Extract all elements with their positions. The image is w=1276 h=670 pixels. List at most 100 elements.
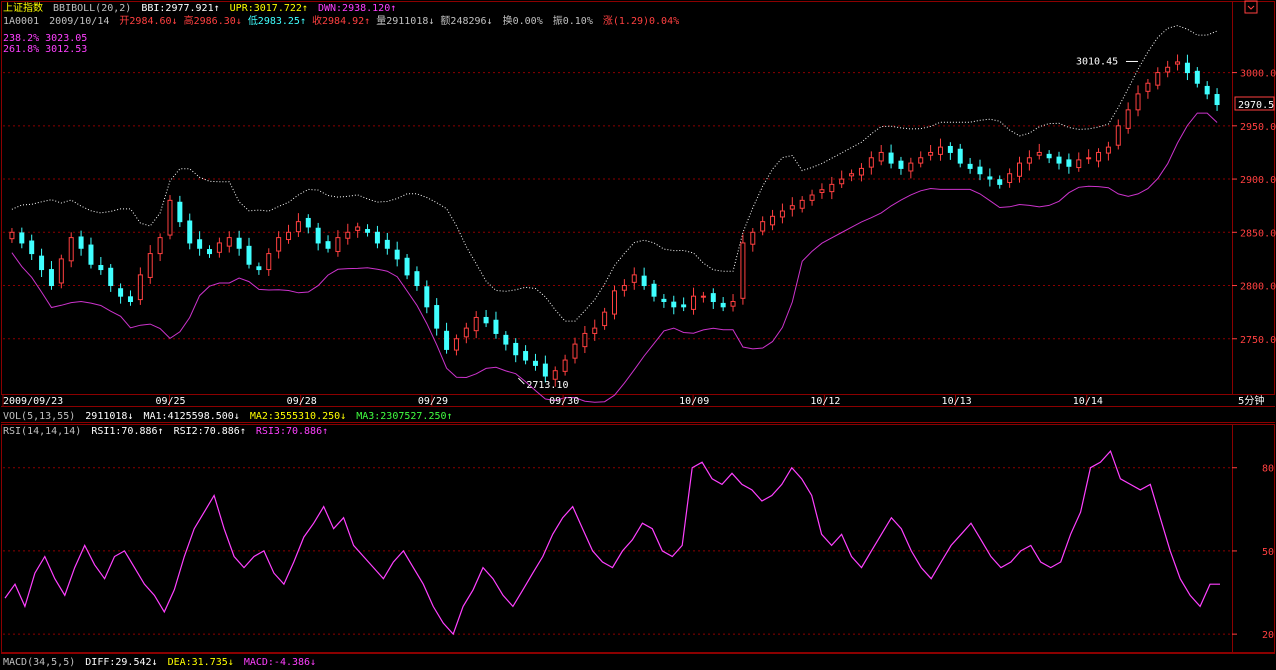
turnover-value: 换0.00% [503,14,543,27]
candle-body [1214,94,1220,106]
candle-body [1194,70,1200,84]
candle-body [78,236,84,249]
candle-body [1175,61,1181,65]
price-tick-label: 2800.0 [1240,282,1276,293]
price-annotation-label: 2713.10 [526,380,568,391]
low-price: 低2983.25↑ [248,14,306,27]
candle-body [365,229,371,233]
candle-body [868,157,874,168]
candle-body [305,217,311,228]
candle-body [602,311,608,327]
candle-body [829,183,835,193]
candle-body [849,173,855,177]
candlesticks [9,54,1220,387]
candle-body [681,304,687,308]
candle-body [394,249,400,260]
candle-body [39,255,45,271]
price-annotations: 3010.45 2713.10 [517,56,1138,391]
candle-body [1165,66,1171,73]
candle-body [572,343,578,359]
candle-body [483,316,489,324]
candle-body [651,283,657,297]
candle-body [48,269,54,287]
rsi-tick-label: 50 [1262,547,1274,558]
diff-value: DIFF:29.542↓ [85,657,157,668]
candle-body [493,319,499,334]
price-tick-label: 3000.0 [1240,69,1276,80]
candle-body [503,334,509,345]
amplitude-value: 振0.10% [553,14,593,27]
candle-body [295,221,301,233]
candle-body [463,327,469,338]
candle-body [118,288,124,297]
candle-body [631,274,637,283]
candle-body [918,157,924,164]
price-tick-label: 2850.0 [1240,228,1276,239]
candle-body [127,296,133,303]
candle-body [58,258,64,284]
candle-body [266,253,272,271]
stock-chart: 2750.0 2800.0 2850.0 2900.0 2950.0 3000.0 2970… [1,1,1276,668]
vol-ma1: MA1:4125598.500↓ [143,411,239,422]
candle-body [720,302,726,308]
date-tick-label: 10/12 [810,396,840,407]
candle-body [1204,85,1210,95]
candle-body [384,239,390,249]
candle-body [1096,151,1102,162]
candle-body [760,221,766,232]
candle-body [878,151,884,162]
candle-body [453,338,459,351]
candle-body [108,267,114,287]
candle-body [671,301,677,308]
date-tick-label: 10/09 [679,396,709,407]
header-row-1: 上证指数 BBIBOLL(20,2) BBI:2977.921↑ UPR:301… [3,1,396,14]
date-tick-label: 09/28 [287,396,317,407]
fib-level-1: 238.2% 3023.05 [3,33,87,44]
window-control-icon[interactable] [1244,0,1258,14]
rsi-tick-label: 20 [1262,630,1274,641]
candle-body [276,237,282,252]
candle-body [335,237,341,252]
candle-body [898,160,904,169]
candle-body [1115,125,1121,146]
header-row-2: 1A0001 2009/10/14 开2984.60↓ 高2986.30↓ 低2… [3,14,679,27]
price-annotation-leader [517,377,525,385]
bbi-value: BBI:2977.921↑ [141,3,219,14]
price-annotation-label: 3010.45 [1076,56,1118,67]
candle-body [355,226,361,231]
candle-body [1184,62,1190,74]
candle-body [325,241,331,249]
price-tick-label: 2950.0 [1240,122,1276,133]
candle-body [799,199,805,209]
candle-body [957,148,963,164]
candle-body [928,151,934,156]
candle-body [1125,109,1131,129]
candle-body [207,249,212,255]
price-axis: 2750.0 2800.0 2850.0 2900.0 2950.0 3000.0 2970… [1232,69,1276,346]
candle-body [187,220,193,244]
upr-value: UPR:3017.722↑ [230,3,308,14]
price-panel-frame [1,1,1233,395]
candle-body [523,351,529,361]
candle-body [19,232,25,244]
date-axis: 2009/09/23 09/25 09/28 09/29 09/30 10/09 10/12… [2,394,1264,407]
candle-body [1036,151,1042,156]
candle-body [789,205,795,210]
fib-level-2: 261.8% 3012.53 [3,44,87,55]
date-tick-label: 09/25 [155,396,185,407]
rsi-gridlines [3,467,1230,635]
candle-body [1046,153,1052,159]
candle-body [612,290,617,315]
candle-body [473,316,479,332]
candle-body [68,237,74,262]
rsi-tick-label: 80 [1262,464,1274,475]
candle-body [740,242,746,299]
candle-body [315,227,321,244]
candle-body [641,275,647,287]
candle-body [98,265,104,271]
rsi1-value: RSI1:70.886↑ [91,426,163,437]
candle-body [9,231,15,240]
volume-value: 量2911018↓ [376,15,434,27]
candle-body [1086,157,1092,160]
dea-value: DEA:31.735↓ [168,657,234,668]
